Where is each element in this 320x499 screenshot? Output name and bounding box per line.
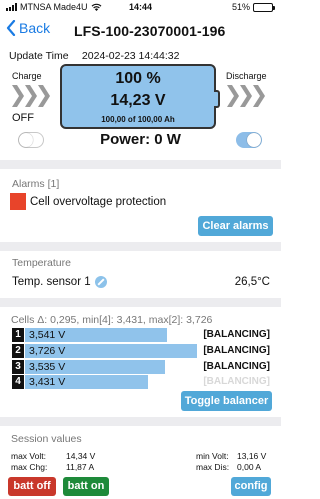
cell-status: [BALANCING]	[203, 345, 270, 356]
temperature-title: Temperature	[12, 257, 71, 269]
discharge-arrows	[227, 85, 265, 107]
temp-sensor-label: Temp. sensor 1	[12, 276, 91, 288]
battery-capacity-value: 100,00 of 100,00 Ah	[101, 115, 175, 124]
page-title: LFS-100-23070001-196	[74, 23, 226, 39]
update-time-value: 2024-02-23 14:44:32	[81, 50, 180, 62]
max-dis-label: max Dis:	[196, 462, 230, 472]
cell-voltage: 3,431 V	[29, 376, 66, 388]
cell-row: 4 3,431 V [BALANCING]	[12, 375, 270, 389]
cell-number: 4	[12, 375, 24, 389]
cell-row: 2 3,726 V [BALANCING]	[12, 344, 270, 358]
cell-voltage: 3,541 V	[29, 329, 66, 341]
update-time: Update Time 2024-02-23 14:44:32	[9, 50, 179, 62]
charge-state: OFF	[12, 112, 34, 124]
chevron-right-icon	[227, 85, 239, 107]
temp-sensor-row: Temp. sensor 1	[12, 276, 107, 288]
discharge-toggle[interactable]	[236, 132, 262, 148]
cell-number: 2	[12, 344, 24, 358]
back-button[interactable]: Back	[6, 20, 50, 36]
toggle-balancer-button[interactable]: Toggle balancer	[181, 391, 272, 411]
section-divider	[0, 160, 281, 169]
cell-row: 3 3,535 V [BALANCING]	[12, 360, 270, 374]
cell-number: 1	[12, 328, 24, 342]
max-dis-value: 0,00 A	[237, 462, 262, 472]
cell-number: 3	[12, 360, 24, 374]
batt-on-button[interactable]: batt on	[63, 477, 109, 496]
chevron-right-icon	[38, 85, 50, 107]
battery-percent-value: 100 %	[115, 70, 161, 87]
min-volt-label: min Volt:	[196, 451, 229, 461]
section-divider	[0, 417, 281, 426]
battery-icon	[253, 2, 275, 12]
alarm-item: Cell overvoltage protection	[10, 193, 166, 210]
max-chg-value: 11,87 A	[66, 462, 95, 472]
max-volt-value: 14,34 V	[66, 451, 96, 461]
chevron-right-icon	[253, 85, 265, 107]
section-divider	[0, 298, 281, 307]
charge-arrows	[12, 85, 50, 107]
batt-off-button[interactable]: batt off	[8, 477, 56, 496]
charge-label: Charge	[12, 71, 42, 81]
max-volt-label: max Volt:	[11, 451, 46, 461]
battery-gauge: 100 % 14,23 V 100,00 of 100,00 Ah	[60, 64, 220, 129]
max-chg-label: max Chg:	[11, 462, 48, 472]
cell-voltage: 3,726 V	[29, 345, 66, 357]
chevron-left-icon	[6, 20, 16, 36]
cell-status: [BALANCING]	[203, 376, 270, 387]
battery-percent: 51%	[231, 2, 250, 12]
temp-sensor-value: 26,5°C	[234, 276, 270, 288]
cell-status: [BALANCING]	[203, 329, 270, 340]
cell-row: 1 3,541 V [BALANCING]	[12, 328, 270, 342]
section-divider	[0, 242, 281, 251]
clear-alarms-button[interactable]: Clear alarms	[198, 216, 273, 236]
chevron-right-icon	[12, 85, 24, 107]
back-label: Back	[19, 20, 51, 36]
discharge-label: Discharge	[226, 71, 267, 81]
update-time-label: Update Time	[9, 50, 69, 62]
cell-status: [BALANCING]	[203, 361, 270, 372]
config-button[interactable]: config	[231, 477, 271, 496]
alarms-title: Alarms [1]	[12, 178, 60, 190]
edit-icon[interactable]	[94, 276, 107, 288]
chevron-right-icon	[240, 85, 252, 107]
battery-voltage-value: 14,23 V	[110, 92, 166, 109]
status-bar: MTNSA Made4U 14:44 51%	[0, 0, 281, 14]
min-volt-value: 13,16 V	[237, 451, 267, 461]
cell-voltage: 3,535 V	[29, 361, 66, 373]
alarm-indicator	[10, 193, 26, 210]
alarm-text: Cell overvoltage protection	[30, 195, 167, 208]
chevron-right-icon	[25, 85, 37, 107]
nav-bar: Back LFS-100-23070001-196	[0, 16, 281, 46]
session-title: Session values	[11, 433, 82, 445]
status-right: 51%	[231, 2, 275, 12]
cells-title: Cells Δ: 0,295, min[4]: 3,431, max[2]: 3…	[11, 314, 213, 326]
